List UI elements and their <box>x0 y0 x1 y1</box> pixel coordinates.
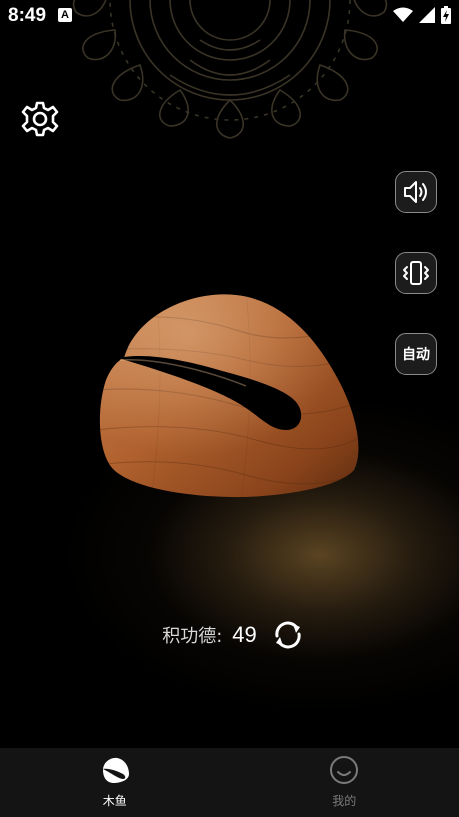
status-time: 8:49 <box>8 5 47 26</box>
signal-icon <box>419 7 435 23</box>
sound-toggle-button[interactable] <box>395 171 437 213</box>
bottom-nav: 木鱼 我的 <box>0 748 459 817</box>
vibrate-toggle-button[interactable] <box>395 252 437 294</box>
merit-counter: 积功德: 49 <box>0 615 459 655</box>
woodfish-screen: 8:49 A 自动 积功德: 49 木鱼 我的 <box>0 0 459 817</box>
vibrate-icon <box>403 261 429 285</box>
smile-icon <box>330 756 359 784</box>
gear-icon[interactable] <box>21 100 59 138</box>
auto-button[interactable]: 自动 <box>395 333 437 375</box>
auto-label: 自动 <box>402 347 430 363</box>
tab-woodfish[interactable]: 木鱼 <box>0 748 230 817</box>
tab-mine[interactable]: 我的 <box>230 748 459 817</box>
refresh-icon[interactable] <box>271 618 305 652</box>
status-icons <box>393 6 451 24</box>
wifi-icon <box>393 7 413 22</box>
notification-app-icon: A <box>58 8 72 22</box>
tab-woodfish-label: 木鱼 <box>102 794 127 808</box>
wooden-fish[interactable] <box>96 290 364 500</box>
woodfish-icon <box>102 757 129 783</box>
speaker-icon <box>404 181 427 203</box>
status-bar: 8:49 A <box>0 0 459 32</box>
battery-charging-icon <box>441 6 451 24</box>
merit-label: 积功德: <box>162 626 223 647</box>
merit-count: 49 <box>232 622 257 647</box>
tab-mine-label: 我的 <box>332 794 357 808</box>
